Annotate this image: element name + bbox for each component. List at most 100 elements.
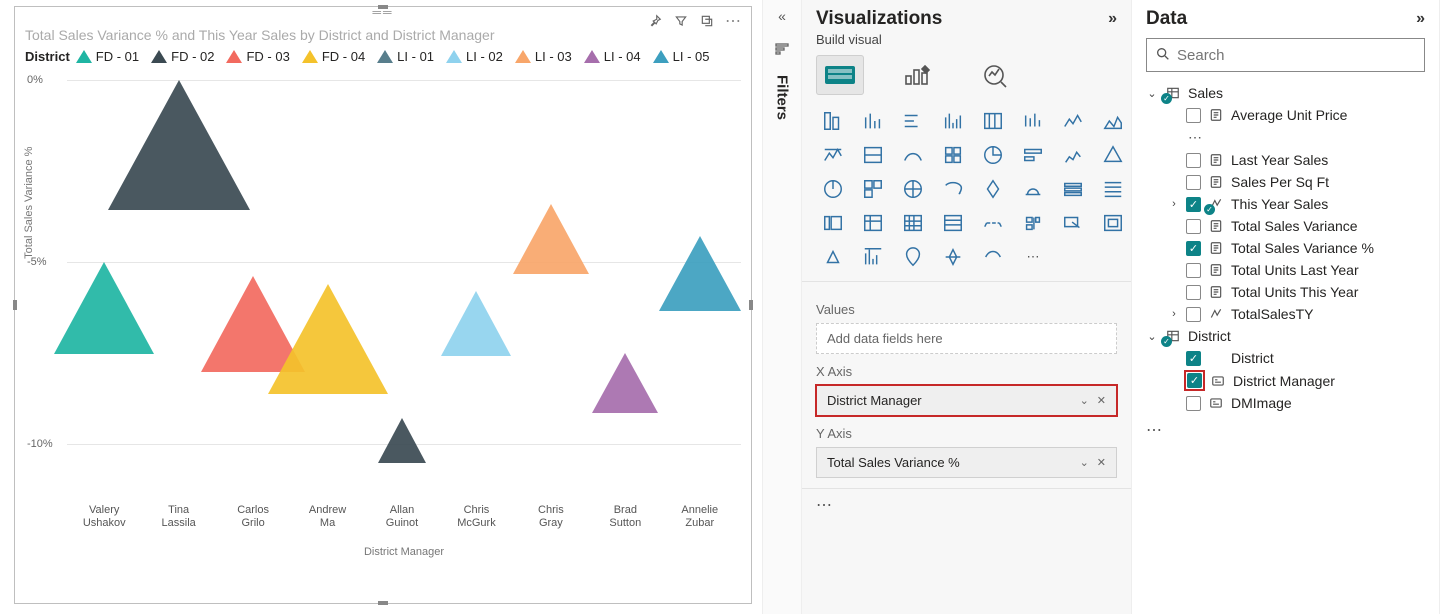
data-point[interactable] [54, 262, 154, 354]
collapse-data-icon[interactable]: » [1416, 10, 1425, 28]
pin-icon[interactable] [647, 13, 663, 29]
more-wells-icon[interactable]: ⋯ [802, 489, 1131, 521]
visual-type-icon[interactable] [936, 107, 970, 135]
visual-type-icon[interactable] [1096, 107, 1130, 135]
legend-item[interactable]: FD - 03 [226, 49, 289, 64]
data-point[interactable] [268, 284, 388, 394]
legend-item[interactable]: LI - 02 [446, 49, 503, 64]
analytics-tab[interactable] [972, 55, 1020, 95]
field-node[interactable]: Total Units This Year [1168, 281, 1429, 303]
visual-type-icon[interactable] [1056, 107, 1090, 135]
values-well[interactable]: Add data fields here [816, 323, 1117, 354]
field-checkbox[interactable] [1186, 285, 1201, 300]
y-axis-well[interactable]: Total Sales Variance % ⌄ ✕ [816, 447, 1117, 478]
expand-filters-icon[interactable]: « [778, 8, 786, 24]
remove-field-icon[interactable]: ✕ [1097, 456, 1106, 469]
visual-type-icon[interactable] [896, 141, 930, 169]
field-checkbox[interactable] [1186, 153, 1201, 168]
filters-pane-collapsed[interactable]: « Filters [762, 0, 802, 614]
visual-type-icon[interactable] [1056, 175, 1090, 203]
visual-type-icon[interactable] [856, 243, 890, 271]
field-node[interactable]: Total Sales Variance [1168, 215, 1429, 237]
visual-type-icon[interactable] [1096, 175, 1130, 203]
data-point[interactable] [378, 418, 426, 463]
visual-frame[interactable]: ══ ⋯ Total Sales Variance % and This Yea… [14, 6, 752, 604]
collapse-visualizations-icon[interactable]: » [1108, 10, 1117, 28]
table-node[interactable]: ⌄ Sales [1146, 82, 1429, 104]
x-axis-well[interactable]: District Manager ⌄ ✕ [816, 385, 1117, 416]
visual-type-icon[interactable] [1096, 141, 1130, 169]
legend-item[interactable]: FD - 04 [302, 49, 365, 64]
data-point[interactable] [513, 204, 589, 274]
visual-drag-handle[interactable]: ══ [15, 7, 751, 21]
build-visual-tab[interactable] [816, 55, 864, 95]
visual-type-icon[interactable] [896, 175, 930, 203]
visual-type-icon[interactable] [816, 107, 850, 135]
visual-type-icon[interactable] [1016, 141, 1050, 169]
field-node[interactable]: Total Units Last Year [1168, 259, 1429, 281]
field-node[interactable]: Average Unit Price [1168, 104, 1429, 126]
visual-type-icon[interactable] [896, 243, 930, 271]
field-overflow-icon[interactable]: ⋯ [1188, 129, 1202, 146]
chevron-right-icon[interactable]: › [1168, 308, 1180, 320]
search-input[interactable] [1177, 47, 1416, 64]
field-node[interactable]: › TotalSalesTY [1168, 303, 1429, 325]
field-checkbox[interactable]: ✓ [1186, 197, 1201, 212]
chevron-down-icon[interactable]: ⌄ [1146, 87, 1158, 100]
legend-item[interactable]: LI - 05 [653, 49, 710, 64]
field-checkbox[interactable] [1186, 396, 1201, 411]
visual-type-icon[interactable] [976, 209, 1010, 237]
visual-type-icon[interactable] [976, 107, 1010, 135]
search-box[interactable] [1146, 38, 1425, 72]
field-node[interactable]: Sales Per Sq Ft [1168, 171, 1429, 193]
field-checkbox[interactable]: ✓ [1186, 241, 1201, 256]
visual-type-icon[interactable] [976, 141, 1010, 169]
visual-type-icon[interactable] [856, 209, 890, 237]
legend-item[interactable]: LI - 01 [377, 49, 434, 64]
chevron-down-icon[interactable]: ⌄ [1080, 394, 1089, 407]
visual-type-icon[interactable] [1016, 175, 1050, 203]
visual-type-icon[interactable] [856, 175, 890, 203]
filter-icon[interactable] [673, 13, 689, 29]
visual-type-icon[interactable] [1016, 107, 1050, 135]
chevron-down-icon[interactable]: ⌄ [1146, 330, 1158, 343]
field-node[interactable]: › ✓ This Year Sales [1168, 193, 1429, 215]
more-data-icon[interactable]: ⋯ [1132, 414, 1439, 446]
table-node[interactable]: ⌄ District [1146, 325, 1429, 347]
legend-item[interactable]: LI - 03 [515, 49, 572, 64]
field-checkbox[interactable] [1186, 175, 1201, 190]
visual-type-icon[interactable] [976, 243, 1010, 271]
visual-type-icon[interactable] [976, 175, 1010, 203]
visual-type-icon[interactable] [816, 141, 850, 169]
chevron-down-icon[interactable]: ⌄ [1080, 456, 1089, 469]
more-visuals-icon[interactable]: ⋯ [1016, 243, 1050, 271]
visual-type-icon[interactable] [1016, 209, 1050, 237]
visual-type-icon[interactable] [896, 107, 930, 135]
visual-type-icon[interactable] [936, 175, 970, 203]
visual-type-icon[interactable] [816, 243, 850, 271]
visual-type-icon[interactable] [856, 107, 890, 135]
visual-type-icon[interactable] [1056, 141, 1090, 169]
legend-item[interactable]: FD - 02 [151, 49, 214, 64]
field-node[interactable]: ✓ Total Sales Variance % [1168, 237, 1429, 259]
field-checkbox[interactable]: ✓ [1187, 373, 1202, 388]
visual-type-icon[interactable] [936, 243, 970, 271]
field-checkbox[interactable] [1186, 108, 1201, 123]
visual-type-icon[interactable] [816, 209, 850, 237]
data-point[interactable] [592, 353, 658, 413]
visual-type-icon[interactable] [936, 209, 970, 237]
visual-type-icon[interactable] [856, 141, 890, 169]
legend-item[interactable]: LI - 04 [584, 49, 641, 64]
field-node[interactable]: ✓ District Manager [1168, 369, 1429, 392]
visual-type-icon[interactable] [1096, 209, 1130, 237]
field-node[interactable]: DMImage [1168, 392, 1429, 414]
data-point[interactable] [108, 80, 250, 210]
legend-item[interactable]: FD - 01 [76, 49, 139, 64]
focus-mode-icon[interactable] [699, 13, 715, 29]
field-checkbox[interactable] [1186, 219, 1201, 234]
chart-plot-area[interactable]: Total Sales Variance % District Manager … [67, 70, 741, 560]
visual-type-icon[interactable] [816, 175, 850, 203]
visual-type-icon[interactable] [896, 209, 930, 237]
field-node[interactable]: Last Year Sales [1168, 149, 1429, 171]
data-point[interactable] [659, 236, 741, 311]
